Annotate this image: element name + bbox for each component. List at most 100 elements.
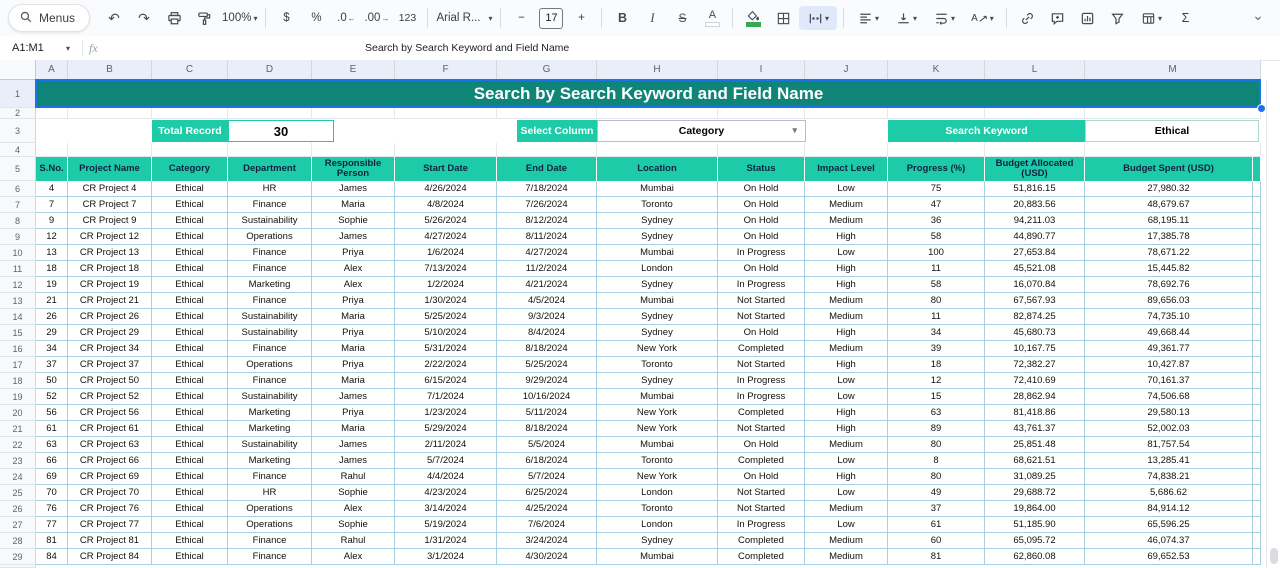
table-cell[interactable]: Medium: [805, 213, 888, 229]
decrease-decimal-button[interactable]: .0←: [332, 6, 360, 30]
table-cell[interactable]: Sustainability: [228, 309, 312, 325]
table-cell[interactable]: 21: [36, 293, 68, 309]
table-cell[interactable]: Sydney: [597, 277, 718, 293]
table-cell[interactable]: Finance: [228, 469, 312, 485]
table-cell[interactable]: Ethical: [152, 485, 228, 501]
table-cell[interactable]: 94,211.03: [985, 213, 1085, 229]
table-cell[interactable]: Mumbai: [597, 181, 718, 197]
row-header-15[interactable]: 15: [0, 325, 36, 341]
strikethrough-button[interactable]: S: [668, 6, 696, 30]
table-cell[interactable]: Ethical: [152, 325, 228, 341]
table-cell[interactable]: 29: [36, 325, 68, 341]
table-cell[interactable]: 8/12/2024: [497, 213, 597, 229]
table-cell[interactable]: 5/5/2024: [497, 437, 597, 453]
table-cell[interactable]: 6/15/2024: [395, 373, 497, 389]
column-header-j[interactable]: J: [805, 60, 888, 80]
table-cell-empty[interactable]: [1253, 357, 1261, 373]
row-header-14[interactable]: 14: [0, 309, 36, 325]
functions-button[interactable]: Σ: [1171, 6, 1199, 30]
table-cell[interactable]: Priya: [312, 245, 395, 261]
table-cell[interactable]: 5/10/2024: [395, 325, 497, 341]
table-cell[interactable]: 46,074.37: [1085, 533, 1253, 549]
row-header-7[interactable]: 7: [0, 197, 36, 213]
table-cell[interactable]: Low: [805, 517, 888, 533]
table-cell[interactable]: Medium: [805, 549, 888, 565]
table-cell[interactable]: London: [597, 261, 718, 277]
row-header-13[interactable]: 13: [0, 293, 36, 309]
column-header-e[interactable]: E: [312, 60, 395, 80]
table-cell[interactable]: 20,883.56: [985, 197, 1085, 213]
empty-cell[interactable]: [36, 108, 68, 119]
table-cell[interactable]: 4/26/2024: [395, 181, 497, 197]
column-header-k[interactable]: K: [888, 60, 985, 80]
table-cell[interactable]: Sydney: [597, 229, 718, 245]
row-header-10[interactable]: 10: [0, 245, 36, 261]
table-cell[interactable]: Alex: [312, 549, 395, 565]
table-column-header[interactable]: Impact Level: [805, 157, 888, 181]
table-cell[interactable]: Low: [805, 389, 888, 405]
table-cell[interactable]: HR: [228, 485, 312, 501]
table-cell[interactable]: 13: [36, 245, 68, 261]
borders-button[interactable]: [769, 6, 797, 30]
row-header-21[interactable]: 21: [0, 421, 36, 437]
table-cell[interactable]: Medium: [805, 501, 888, 517]
table-cell[interactable]: 28,862.94: [985, 389, 1085, 405]
table-cell-empty[interactable]: [1253, 389, 1261, 405]
table-cell[interactable]: 45,521.08: [985, 261, 1085, 277]
table-cell[interactable]: 66: [36, 453, 68, 469]
table-cell[interactable]: 10,427.87: [1085, 357, 1253, 373]
table-cell[interactable]: 78,692.76: [1085, 277, 1253, 293]
table-cell[interactable]: CR Project 7: [68, 197, 152, 213]
table-cell[interactable]: 82,874.25: [985, 309, 1085, 325]
table-cell[interactable]: Low: [805, 453, 888, 469]
table-cell[interactable]: 10,167.75: [985, 341, 1085, 357]
table-cell[interactable]: Operations: [228, 357, 312, 373]
table-cell-empty[interactable]: [1253, 405, 1261, 421]
empty-cell[interactable]: [228, 108, 312, 119]
row-header-29[interactable]: 29: [0, 549, 36, 565]
total-record-label-cell[interactable]: Total Record: [152, 120, 228, 142]
table-cell[interactable]: Finance: [228, 293, 312, 309]
table-cell[interactable]: 37: [36, 357, 68, 373]
table-cell[interactable]: 17,385.78: [1085, 229, 1253, 245]
table-cell[interactable]: Not Started: [718, 421, 805, 437]
empty-cell[interactable]: [888, 108, 985, 119]
table-cell-empty[interactable]: [1253, 453, 1261, 469]
table-cell[interactable]: High: [805, 421, 888, 437]
table-cell[interactable]: 5/26/2024: [395, 213, 497, 229]
table-cell[interactable]: 4/8/2024: [395, 197, 497, 213]
table-cell[interactable]: Finance: [228, 373, 312, 389]
table-cell[interactable]: Priya: [312, 405, 395, 421]
table-cell[interactable]: 74,838.21: [1085, 469, 1253, 485]
column-header-h[interactable]: H: [597, 60, 718, 80]
table-cell[interactable]: 56: [36, 405, 68, 421]
table-cell[interactable]: 5/25/2024: [395, 309, 497, 325]
table-cell[interactable]: 49,361.77: [1085, 341, 1253, 357]
selection-fill-handle[interactable]: [1257, 104, 1266, 113]
table-cell[interactable]: 84: [36, 549, 68, 565]
table-cell[interactable]: Priya: [312, 293, 395, 309]
table-cell[interactable]: 31,089.25: [985, 469, 1085, 485]
table-cell[interactable]: 4: [36, 181, 68, 197]
table-cell[interactable]: CR Project 84: [68, 549, 152, 565]
table-cell[interactable]: New York: [597, 341, 718, 357]
empty-cell[interactable]: [152, 108, 228, 119]
table-cell[interactable]: Completed: [718, 549, 805, 565]
table-cell[interactable]: London: [597, 485, 718, 501]
table-cell[interactable]: Mumbai: [597, 245, 718, 261]
table-cell[interactable]: Marketing: [228, 453, 312, 469]
row-header-5[interactable]: 5: [0, 157, 36, 181]
table-cell[interactable]: Medium: [805, 341, 888, 357]
table-cell-empty[interactable]: [1253, 277, 1261, 293]
table-cell[interactable]: Medium: [805, 437, 888, 453]
table-cell[interactable]: CR Project 66: [68, 453, 152, 469]
table-cell[interactable]: Mumbai: [597, 437, 718, 453]
row-header-4[interactable]: 4: [0, 143, 36, 157]
empty-cell[interactable]: [395, 143, 497, 157]
table-cell[interactable]: 48,679.67: [1085, 197, 1253, 213]
table-cell[interactable]: 25,851.48: [985, 437, 1085, 453]
table-cell-empty[interactable]: [1253, 325, 1261, 341]
table-cell[interactable]: Ethical: [152, 197, 228, 213]
table-cell[interactable]: Ethical: [152, 229, 228, 245]
table-cell[interactable]: 51,185.90: [985, 517, 1085, 533]
